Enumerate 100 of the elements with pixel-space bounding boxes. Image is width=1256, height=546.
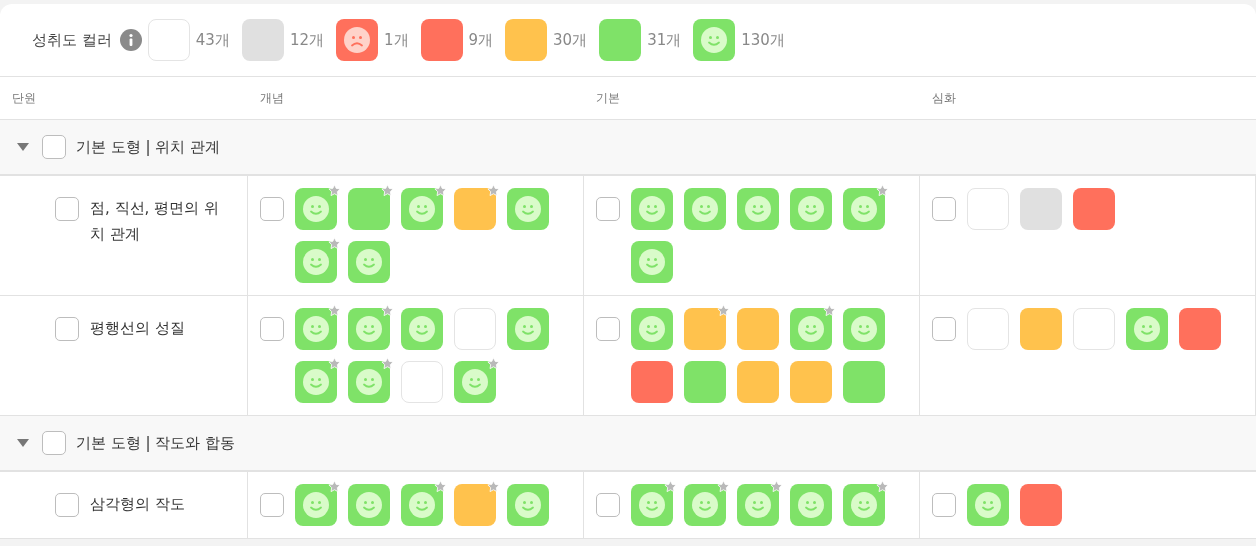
- smiley-icon: [797, 491, 825, 519]
- grade-tile[interactable]: [241, 19, 284, 61]
- grade-tile[interactable]: [420, 19, 463, 61]
- grade-tile[interactable]: [684, 188, 726, 230]
- smiley-icon: [638, 315, 666, 343]
- grade-tile[interactable]: [348, 484, 390, 526]
- grade-tile[interactable]: [790, 484, 832, 526]
- caret-icon[interactable]: [16, 438, 30, 448]
- smiley-icon: [302, 368, 330, 396]
- smiley-icon: [461, 368, 489, 396]
- grade-tile[interactable]: [505, 19, 548, 61]
- grade-tile[interactable]: [737, 361, 779, 403]
- smiley-icon: [691, 491, 719, 519]
- checkbox[interactable]: [596, 197, 620, 221]
- grade-tile[interactable]: [843, 308, 885, 350]
- smiley-icon: [355, 491, 383, 519]
- grade-tile[interactable]: [401, 308, 443, 350]
- info-icon[interactable]: [119, 29, 142, 51]
- checkbox[interactable]: [260, 317, 284, 341]
- unit-name: 평행선의 성질: [90, 318, 186, 339]
- grade-tile[interactable]: [790, 188, 832, 230]
- column-header: 개념: [260, 89, 284, 107]
- grade-tile[interactable]: [335, 19, 378, 61]
- smiley-icon: [302, 248, 330, 276]
- grade-tile[interactable]: [790, 361, 832, 403]
- grade-tile[interactable]: [599, 19, 642, 61]
- smiley-icon: [744, 491, 772, 519]
- smiley-icon: [638, 195, 666, 223]
- empty-tile[interactable]: [967, 308, 1009, 350]
- grade-tile[interactable]: [507, 188, 549, 230]
- checkbox[interactable]: [55, 317, 79, 341]
- unit-name: 점, 직선, 평면의 위치 관계: [90, 198, 220, 245]
- smiley-icon: [355, 315, 383, 343]
- grade-tile[interactable]: [693, 19, 736, 61]
- smiley-icon: [797, 195, 825, 223]
- smiley-icon: [302, 491, 330, 519]
- empty-tile[interactable]: [147, 19, 190, 61]
- grade-tile[interactable]: [1020, 484, 1062, 526]
- grade-tile[interactable]: [684, 361, 726, 403]
- smiley-icon: [638, 248, 666, 276]
- smiley-icon: [850, 315, 878, 343]
- smiley-icon: [1133, 315, 1161, 343]
- group-title: 기본 도형 | 위치 관계: [76, 137, 221, 157]
- checkbox[interactable]: [596, 493, 620, 517]
- frown-icon: [342, 26, 371, 54]
- checkbox[interactable]: [260, 197, 284, 221]
- smiley-icon: [302, 315, 330, 343]
- smiley-icon: [974, 491, 1002, 519]
- tile-count: 1개: [383, 30, 409, 50]
- grade-tile[interactable]: [967, 484, 1009, 526]
- grade-tile[interactable]: [1020, 308, 1062, 350]
- checkbox[interactable]: [596, 317, 620, 341]
- smiley-icon: [514, 491, 542, 519]
- smiley-icon: [514, 315, 542, 343]
- grade-tile[interactable]: [1020, 188, 1062, 230]
- empty-tile[interactable]: [454, 308, 496, 350]
- grade-tile[interactable]: [1126, 308, 1168, 350]
- grade-tile[interactable]: [631, 188, 673, 230]
- smiley-icon: [408, 491, 436, 519]
- tile-count: 43개: [195, 30, 230, 50]
- grade-tile[interactable]: [631, 308, 673, 350]
- tile-count: 31개: [647, 30, 682, 50]
- checkbox[interactable]: [932, 493, 956, 517]
- empty-tile[interactable]: [401, 361, 443, 403]
- column-header: 기본: [596, 89, 620, 107]
- grade-tile[interactable]: [631, 241, 673, 283]
- grade-tile[interactable]: [1073, 188, 1115, 230]
- column-header: 심화: [932, 89, 956, 107]
- grade-tile[interactable]: [737, 308, 779, 350]
- checkbox[interactable]: [55, 197, 79, 221]
- grade-tile[interactable]: [631, 361, 673, 403]
- checkbox[interactable]: [42, 135, 66, 159]
- smiley-icon: [355, 248, 383, 276]
- empty-tile[interactable]: [967, 188, 1009, 230]
- smiley-icon: [691, 195, 719, 223]
- group-title: 기본 도형 | 작도와 합동: [76, 433, 236, 453]
- checkbox[interactable]: [55, 493, 79, 517]
- column-header: 단원: [12, 89, 36, 107]
- smiley-icon: [850, 195, 878, 223]
- checkbox[interactable]: [42, 431, 66, 455]
- caret-icon[interactable]: [16, 142, 30, 152]
- grade-tile[interactable]: [843, 361, 885, 403]
- grade-tile[interactable]: [507, 484, 549, 526]
- tile-count: 130개: [741, 30, 785, 50]
- grade-tile[interactable]: [1179, 308, 1221, 350]
- smiley-icon: [700, 26, 729, 54]
- legend-label: 성취도 컬러: [32, 30, 112, 50]
- smiley-icon: [355, 368, 383, 396]
- grade-tile[interactable]: [348, 241, 390, 283]
- checkbox[interactable]: [260, 493, 284, 517]
- smiley-icon: [514, 195, 542, 223]
- smiley-icon: [744, 195, 772, 223]
- grade-tile[interactable]: [737, 188, 779, 230]
- tile-count: 9개: [468, 30, 494, 50]
- checkbox[interactable]: [932, 197, 956, 221]
- grade-tile[interactable]: [507, 308, 549, 350]
- smiley-icon: [408, 315, 436, 343]
- tile-count: 12개: [289, 30, 324, 50]
- empty-tile[interactable]: [1073, 308, 1115, 350]
- checkbox[interactable]: [932, 317, 956, 341]
